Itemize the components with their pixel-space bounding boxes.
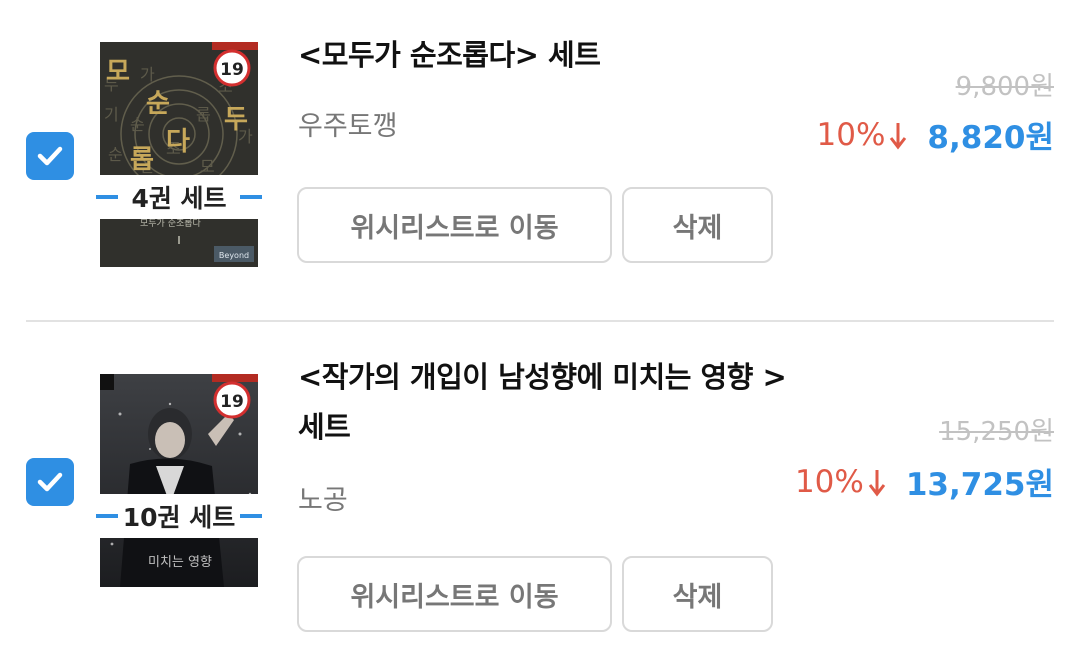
svg-text:미치는 영향: 미치는 영향 — [148, 555, 212, 570]
svg-text:Beyond: Beyond — [219, 251, 249, 260]
svg-text:두: 두 — [224, 105, 248, 135]
price-row: 10% 8,820원 — [817, 112, 1054, 157]
item-title[interactable]: <모두가 순조롭다> 세트 — [298, 30, 788, 80]
checkmark-icon — [37, 472, 63, 492]
delete-button[interactable]: 삭제 — [622, 556, 773, 632]
item-title[interactable]: <작가의 개입이 남성향에 미치는 영향 > 세트 — [298, 352, 788, 452]
arrow-down-icon — [868, 469, 886, 496]
svg-text:기: 기 — [104, 105, 119, 124]
set-badge-label: 10권 세트 — [122, 503, 236, 532]
svg-text:순: 순 — [130, 115, 145, 134]
item-author: 우주토깽 — [298, 111, 398, 142]
svg-text:모: 모 — [106, 57, 130, 87]
item-checkbox[interactable] — [26, 132, 74, 180]
svg-text:롭: 롭 — [196, 105, 211, 124]
discount-rate: 10% — [816, 116, 886, 153]
book-cover[interactable]: 19 미치는 영향 — [100, 374, 258, 587]
svg-text:순: 순 — [146, 89, 170, 119]
original-price: 15,250원 — [939, 417, 1054, 447]
discount-rate: 10% — [794, 463, 864, 500]
svg-text:모: 모 — [200, 157, 215, 176]
cart-item: 19 미치는 영향 10권 세트 <작가의 개입이 남성향에 미치는 영향 > … — [0, 322, 1080, 668]
svg-text:모두가 순조롭다: 모두가 순조롭다 — [140, 218, 202, 229]
final-price: 8,820원 — [927, 120, 1054, 156]
final-price: 13,725원 — [905, 467, 1054, 503]
move-to-wishlist-button[interactable]: 위시리스트로 이동 — [297, 556, 612, 632]
set-badge: 4권 세트 — [96, 175, 262, 219]
item-checkbox[interactable] — [26, 458, 74, 506]
delete-button[interactable]: 삭제 — [622, 187, 773, 263]
item-author: 노공 — [298, 485, 348, 516]
age-19-badge-icon: 19 — [213, 49, 251, 87]
arrow-down-icon — [890, 122, 907, 149]
svg-text:19: 19 — [220, 392, 244, 412]
move-to-wishlist-button[interactable]: 위시리스트로 이동 — [297, 187, 612, 263]
svg-text:롭: 롭 — [130, 145, 154, 175]
set-badge: 10권 세트 — [96, 494, 262, 538]
svg-text:순: 순 — [108, 145, 123, 164]
cart-item: 두가조 기순롭 순조가 두모다 모 순 다 롭 두 19 모두가 순조롭다 Be… — [0, 0, 1080, 320]
svg-text:다: 다 — [166, 127, 190, 157]
book-cover[interactable]: 두가조 기순롭 순조가 두모다 모 순 다 롭 두 19 모두가 순조롭다 Be… — [100, 42, 258, 267]
svg-text:가: 가 — [140, 65, 155, 84]
checkmark-icon — [37, 146, 63, 166]
original-price: 9,800원 — [955, 72, 1054, 102]
price-row: 10% 13,725원 — [795, 459, 1054, 504]
set-badge-label: 4권 세트 — [131, 184, 227, 213]
age-19-badge-icon: 19 — [213, 381, 251, 419]
svg-text:19: 19 — [220, 60, 244, 80]
